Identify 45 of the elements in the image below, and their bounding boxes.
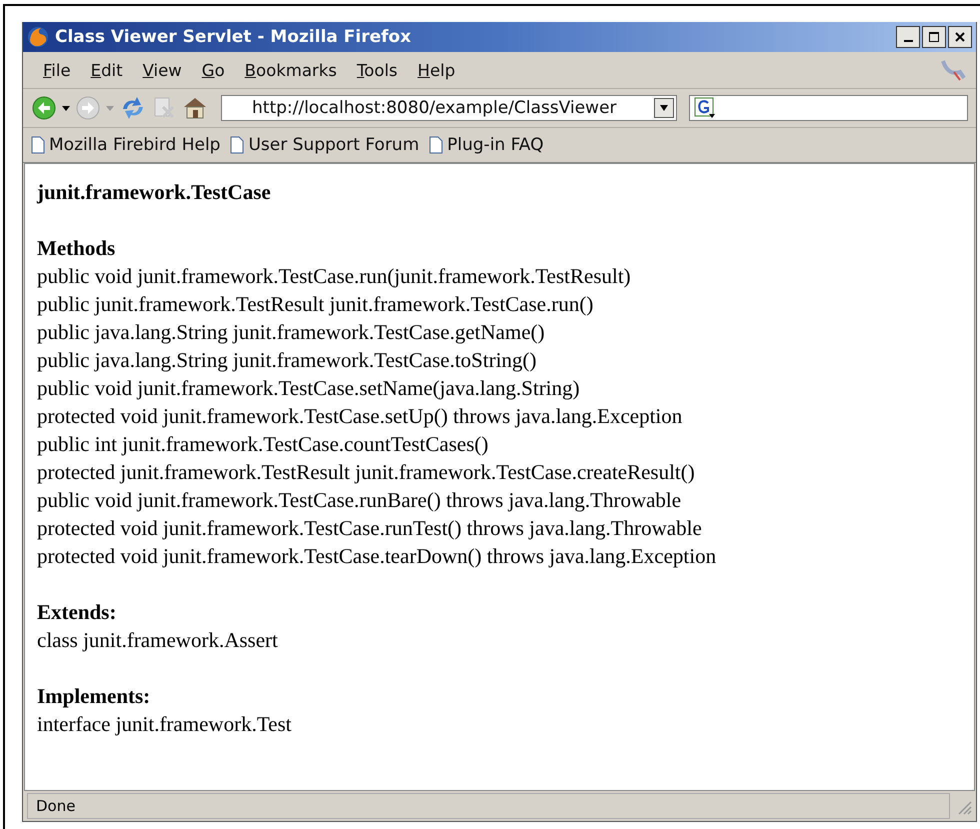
- text-line: public void junit.framework.TestCase.runBare() throws java.lang.Throwable: [37, 487, 682, 514]
- menu-item[interactable]: Edit: [80, 58, 133, 82]
- menu-item[interactable]: Go: [192, 58, 235, 82]
- page-icon: [429, 136, 444, 154]
- text-line: public java.lang.String junit.framework.TestCase.toString(): [37, 347, 538, 374]
- address-field[interactable]: http://localhost:8080/example/ClassViewer: [221, 95, 677, 121]
- text-line: interface junit.framework.Test: [37, 711, 293, 738]
- text-line: public junit.framework.TestResult junit.framework.TestCase.run(): [37, 291, 594, 318]
- dropdown-arrow-icon[interactable]: [61, 104, 71, 112]
- menu-item[interactable]: View: [132, 58, 192, 82]
- minimize-icon: [904, 40, 912, 42]
- section-heading: Implements:: [37, 683, 152, 710]
- text-line: public void junit.framework.TestCase.setName(java.lang.String): [37, 375, 581, 402]
- text-line: protected void junit.framework.TestCase.tearDown() throws java.lang.Exception: [37, 543, 718, 570]
- globe-icon: [27, 26, 49, 48]
- bookmark-link[interactable]: Mozilla Firebird Help: [31, 135, 220, 155]
- close-icon: [954, 31, 966, 43]
- menu-item[interactable]: Help: [408, 58, 466, 82]
- text-line: protected void junit.framework.TestCase.runTest() throws java.lang.Throwable: [37, 515, 703, 542]
- search-field[interactable]: [689, 95, 968, 121]
- text-line: public java.lang.String junit.framework.TestCase.getName(): [37, 319, 546, 346]
- class-heading: junit.framework.TestCase: [37, 179, 272, 206]
- bookmark-link[interactable]: User Support Forum: [230, 135, 420, 155]
- dropdown-arrow-icon[interactable]: [659, 104, 669, 112]
- text-line: protected junit.framework.TestResult junit.framework.TestCase.createResult(): [37, 459, 696, 486]
- minimize-button[interactable]: [896, 26, 920, 48]
- maximize-button[interactable]: [922, 26, 946, 48]
- menu-item[interactable]: Bookmarks: [234, 58, 347, 82]
- bookmark-link[interactable]: Plug-in FAQ: [429, 135, 544, 155]
- maximize-icon: [928, 31, 940, 43]
- status-text: Done: [27, 793, 950, 819]
- window-title: Class Viewer Servlet - Mozilla Firefox: [55, 27, 412, 47]
- section-heading: Extends:: [37, 599, 118, 626]
- menu-item[interactable]: Tools: [346, 58, 408, 82]
- page-icon: [230, 136, 244, 154]
- section-heading: Methods: [37, 235, 116, 262]
- menu-item[interactable]: File: [33, 58, 81, 82]
- text-line: public int junit.framework.TestCase.countTestCases(): [37, 431, 490, 458]
- page-icon: [31, 136, 45, 154]
- back-icon[interactable]: [31, 95, 57, 121]
- text-line: class junit.framework.Assert: [37, 627, 279, 654]
- close-button[interactable]: [948, 26, 972, 48]
- text-line: protected void junit.framework.TestCase.setUp() throws java.lang.Exception: [37, 403, 684, 430]
- text-line: public void junit.framework.TestCase.run(junit.framework.TestResult): [37, 263, 632, 290]
- search-engine-icon[interactable]: [694, 97, 716, 119]
